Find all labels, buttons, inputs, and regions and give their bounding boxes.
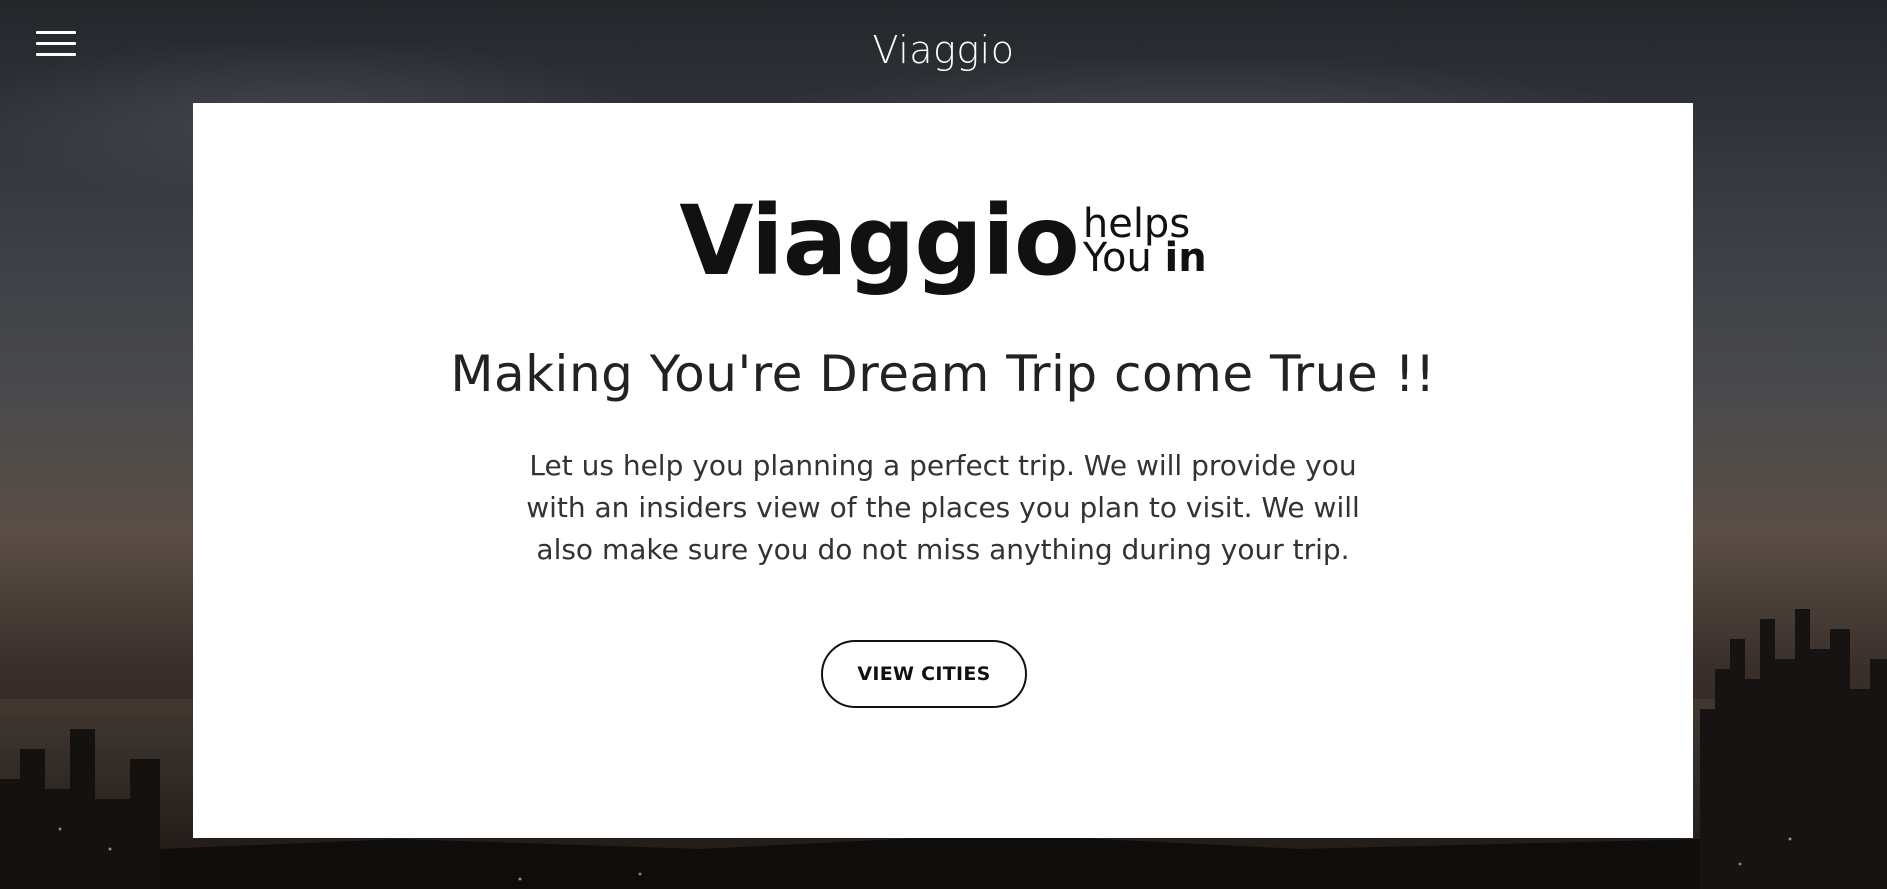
- logo-tagline-line2-prefix: You: [1082, 235, 1165, 281]
- view-cities-button[interactable]: VIEW CITIES: [821, 640, 1027, 708]
- hero-description: Let us help you planning a perfect trip.…: [526, 449, 1360, 566]
- hero-card: Viaggio helps You in Making You're Dream…: [193, 103, 1693, 838]
- hero-logo: Viaggio helps You in: [193, 193, 1693, 289]
- site-brand-title[interactable]: Viaggio: [0, 28, 1887, 72]
- logo-tagline-line2-bold: in: [1164, 235, 1207, 281]
- logo-wordmark: Viaggio: [679, 185, 1080, 297]
- logo-tagline: helps You in: [1083, 204, 1207, 278]
- hero-headline: Making You're Dream Trip come True !!: [450, 345, 1436, 403]
- top-navigation-bar: Viaggio: [0, 0, 1887, 100]
- logo-tagline-line2: You in: [1083, 238, 1207, 278]
